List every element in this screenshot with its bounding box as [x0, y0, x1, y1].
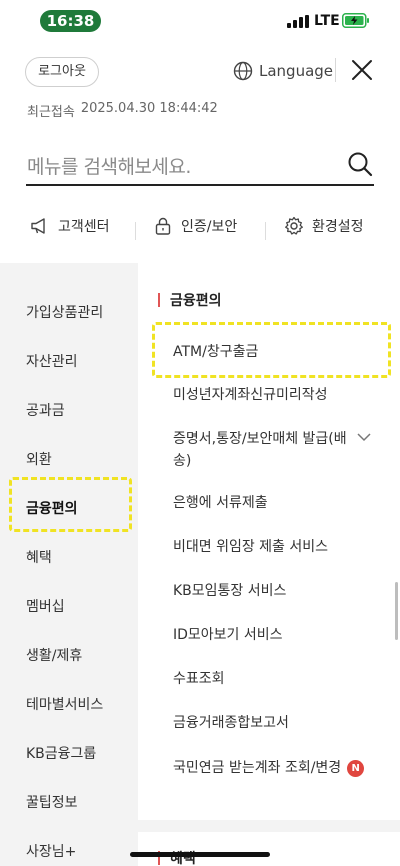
highlight-box-category: [9, 477, 132, 532]
quick-links: 고객센터 인증/보안 환경설정: [0, 210, 400, 246]
status-time: 16:38: [40, 10, 101, 32]
quick-link-label: 고객센터: [58, 219, 110, 235]
close-icon[interactable]: [350, 58, 374, 82]
network-label: LTE: [314, 13, 340, 29]
submenu-item[interactable]: 은행에 서류제출: [173, 492, 268, 514]
scrollbar-thumb[interactable]: [395, 582, 398, 640]
signal-icon: [287, 15, 309, 28]
lock-icon: [155, 217, 171, 235]
category-item[interactable]: 공과금: [26, 400, 65, 420]
globe-icon: [233, 61, 253, 81]
category-item[interactable]: KB금융그룹: [26, 743, 96, 763]
category-item[interactable]: 혜택: [26, 547, 52, 567]
category-item[interactable]: 사장님+: [26, 841, 76, 861]
category-item[interactable]: 멤버십: [26, 596, 65, 616]
category-item[interactable]: 자산관리: [26, 351, 78, 371]
last-login-label: 최근접속: [27, 105, 75, 120]
last-login-info: 최근접속 2025.04.30 18:44:42: [27, 101, 218, 120]
section-marker: [158, 293, 160, 307]
submenu-item[interactable]: ID모아보기 서비스: [173, 624, 283, 646]
submenu-item-expandable[interactable]: 증명서,통장/보안매체 발급(배송): [173, 428, 353, 472]
quick-separator: [135, 222, 136, 240]
quick-link-label: 인증/보안: [181, 219, 238, 235]
category-item[interactable]: 생활/제휴: [26, 645, 82, 665]
last-login-value: 2025.04.30 18:44:42: [80, 101, 218, 116]
logout-button[interactable]: 로그아웃: [25, 57, 99, 87]
quick-separator: [265, 222, 266, 240]
highlight-box-submenu: [152, 322, 391, 378]
submenu-item-label: 국민연금 받는계좌 조회/변경: [173, 760, 342, 776]
chevron-down-icon[interactable]: [356, 432, 372, 442]
submenu-section-header: 금융편의: [158, 290, 222, 310]
submenu-item[interactable]: KB모임통장 서비스: [173, 580, 286, 602]
submenu-item[interactable]: 미성년자계좌신규미리작성: [173, 384, 328, 406]
category-item[interactable]: 가입상품관리: [26, 302, 103, 322]
new-badge: N: [347, 760, 365, 777]
language-button[interactable]: Language: [233, 59, 333, 83]
home-indicator[interactable]: [130, 852, 270, 857]
header-divider: [335, 58, 336, 82]
submenu-item-new[interactable]: 국민연금 받는계좌 조회/변경 N: [173, 757, 373, 779]
search-placeholder: 메뉴를 검색해보세요.: [27, 156, 191, 178]
settings-button[interactable]: 환경설정: [284, 216, 364, 236]
menu-search-input[interactable]: 메뉴를 검색해보세요.: [26, 146, 374, 186]
battery-charging-icon: [342, 13, 369, 28]
search-icon[interactable]: [347, 151, 373, 177]
customer-center-button[interactable]: 고객센터: [30, 216, 110, 236]
status-bar: 16:38 LTE: [0, 0, 400, 40]
submenu-item[interactable]: 수표조회: [173, 668, 225, 690]
next-section-title: 혜택: [170, 851, 196, 866]
gear-icon: [285, 216, 303, 235]
category-item[interactable]: 외환: [26, 449, 52, 469]
auth-security-button[interactable]: 인증/보안: [153, 216, 237, 236]
section-title: 금융편의: [170, 293, 222, 309]
category-item[interactable]: 테마별서비스: [26, 694, 103, 714]
megaphone-icon: [31, 218, 45, 234]
submenu-item[interactable]: 비대면 위임장 제출 서비스: [173, 536, 328, 558]
submenu-item[interactable]: 금융거래종합보고서: [173, 712, 289, 734]
next-section-header: 혜택: [158, 848, 196, 866]
language-label: Language: [259, 62, 334, 80]
category-item[interactable]: 꿀팁정보: [26, 792, 78, 812]
quick-link-label: 환경설정: [312, 219, 364, 235]
